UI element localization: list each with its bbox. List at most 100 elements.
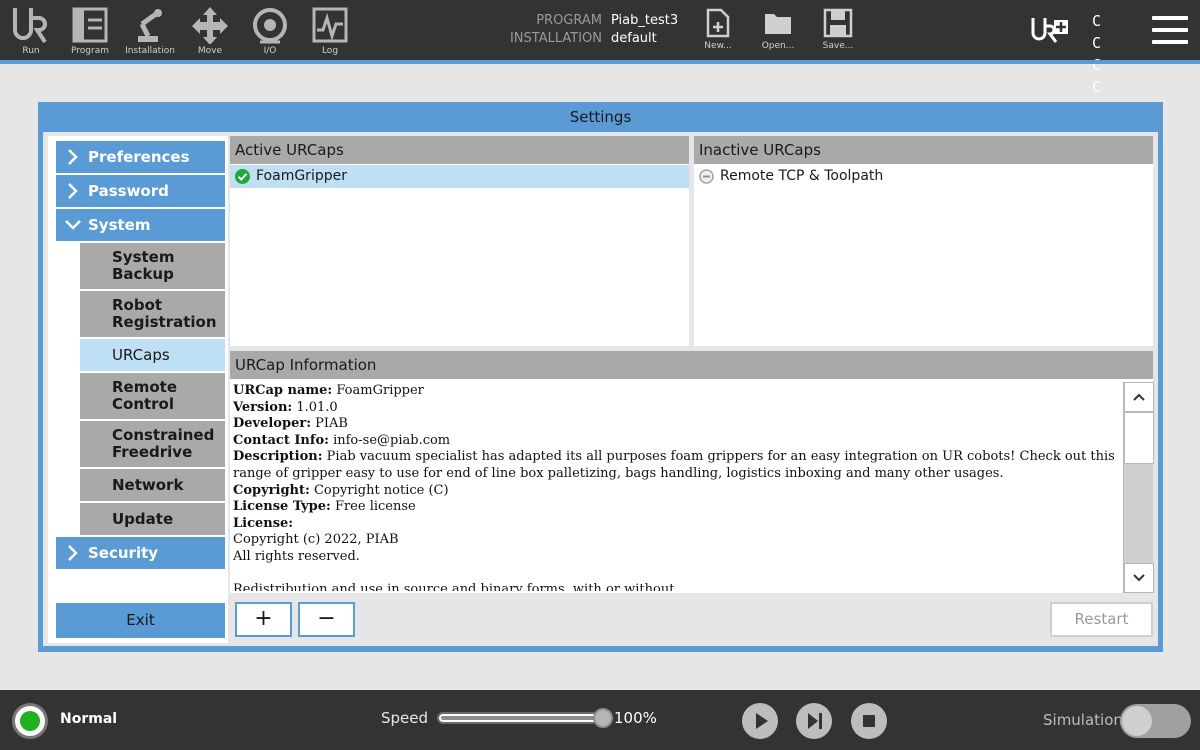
speed-slider-knob[interactable] [593,708,613,728]
check-circle-icon [235,169,250,184]
sidebar-subitem-label: Update [112,509,174,528]
sidebar-subitem-network[interactable]: Network [80,469,225,501]
robot-status-text: Normal [60,711,118,727]
sidebar-item-password[interactable]: Password [56,175,225,207]
urcap-info-header: URCap Information [230,351,1153,379]
active-urcaps-pane: Active URCaps FoamGripper [230,136,689,346]
io-icon [253,8,287,44]
ur-plus-icon [1031,18,1068,43]
info-field-license-type: License Type: Free license [233,499,416,515]
hamburger-menu-icon[interactable] [1152,16,1188,46]
nav-move-button[interactable]: Move [182,4,238,58]
sidebar-subitem-system-backup[interactable]: System Backup [80,243,225,289]
cc-line-1: C C [1092,12,1112,52]
nav-run-label: Run [22,46,40,56]
info-field-contact: Contact Info: info-se@piab.com [233,432,451,448]
active-urcap-name: FoamGripper [256,168,347,184]
program-icon [72,7,108,43]
info-field-developer: Developer: PIAB [233,416,348,432]
new-file-icon [706,8,730,38]
nav-io-label: I/O [263,46,277,56]
save-file-button[interactable]: Save... [815,6,861,56]
speed-label: Speed [381,709,429,727]
sidebar-subitem-remote-control[interactable]: Remote Control [80,373,225,419]
top-toolbar: Run Program Installation Move I/O Log PR… [0,0,1200,96]
sidebar-item-label: System [88,216,151,234]
info-license-line-1: Copyright (c) 2022, PIAB [233,532,399,548]
nav-program-label: Program [71,46,109,56]
sidebar-item-label: Security [88,544,159,562]
active-urcaps-header: Active URCaps [230,136,689,164]
dialog-title: Settings [569,108,632,126]
urcap-info-pane: URCap Information URCap name: FoamGrippe… [230,351,1154,593]
chevron-right-icon [68,183,78,199]
nav-move-label: Move [197,46,223,56]
add-urcap-button[interactable]: + [235,602,292,637]
program-name: Piab_test3 [611,13,679,28]
dialog-body: Preferences Password System System Backu… [43,132,1158,646]
nav-run-button[interactable]: Run [3,4,59,58]
exit-button[interactable]: Exit [56,603,225,638]
chevron-right-icon [68,545,78,561]
chevron-down-icon [65,220,81,230]
remove-urcap-button[interactable]: − [298,602,355,637]
sidebar-subitem-constrained-freedrive[interactable]: Constrained Freedrive [80,421,225,467]
urcap-info-text: URCap name: FoamGripper Version: 1.01.0 … [233,383,1121,591]
play-button[interactable] [742,703,778,739]
chevron-up-icon [1133,393,1145,401]
scroll-thumb[interactable] [1124,412,1154,464]
open-folder-icon [765,14,791,34]
cc-indicator[interactable]: C C C C [1092,10,1132,98]
info-license-line-2: All rights reserved. [233,548,360,564]
nav-log-button[interactable]: Log [302,4,358,58]
bottom-status-bar: Normal Speed 100% Simulation [0,690,1200,750]
info-license-blank [233,566,1121,583]
nav-io-button[interactable]: I/O [242,4,298,58]
info-license-line-3: Redistribution and use in source and bin… [233,582,675,591]
scroll-up-button[interactable] [1124,382,1154,412]
nav-log-label: Log [321,46,339,56]
sidebar-subitem-label: URCaps [112,345,170,364]
simulation-toggle[interactable] [1120,704,1191,738]
program-label: PROGRAM [536,13,602,28]
inactive-urcap-name: Remote TCP & Toolpath [720,168,884,184]
sidebar-item-security[interactable]: Security [56,537,225,569]
scroll-down-button[interactable] [1124,563,1154,593]
sidebar-item-preferences[interactable]: Preferences [56,141,225,173]
ur-plus-button[interactable] [1030,16,1070,44]
robot-status-button[interactable] [12,703,48,739]
stop-button[interactable] [851,703,887,739]
info-field-copyright: Copyright: Copyright notice (C) [233,482,449,498]
nav-installation-button[interactable]: Installation [122,4,178,58]
nav-program-button[interactable]: Program [62,4,118,58]
step-icon [808,713,822,729]
info-field-name: URCap name: FoamGripper [233,383,424,398]
info-scrollbar[interactable] [1123,382,1154,593]
settings-dialog: Settings Preferences Password System Sys… [38,102,1163,652]
sidebar-subitem-urcaps[interactable]: URCaps [80,339,225,371]
inactive-urcaps-pane: Inactive URCaps Remote TCP & Toolpath [694,136,1153,346]
simulation-label: Simulation [1043,711,1123,729]
inactive-urcap-row[interactable]: Remote TCP & Toolpath [694,165,1153,188]
active-urcap-row[interactable]: FoamGripper [230,165,689,188]
new-file-button[interactable]: New... [695,6,741,56]
stop-icon [863,715,875,727]
chevron-down-icon [1133,574,1145,582]
restart-button[interactable]: Restart [1050,602,1153,637]
log-icon [312,7,348,43]
sidebar-subitem-robot-registration[interactable]: Robot Registration [80,291,225,337]
minus-circle-icon [699,169,714,184]
sidebar-subitem-label: Remote Control [112,378,178,413]
play-icon [756,713,768,729]
sidebar-item-label: Preferences [88,148,190,166]
topbar-accent-line [0,60,1200,64]
step-button[interactable] [796,703,832,739]
save-file-label: Save... [822,41,854,51]
open-file-button[interactable]: Open... [755,6,801,56]
info-field-license: License: [233,515,294,531]
speed-slider-track[interactable] [437,712,607,724]
sidebar-item-system[interactable]: System [56,209,225,241]
new-file-label: New... [704,41,732,51]
sidebar-subitem-label: Robot Registration [112,296,217,331]
sidebar-subitem-update[interactable]: Update [80,503,225,535]
